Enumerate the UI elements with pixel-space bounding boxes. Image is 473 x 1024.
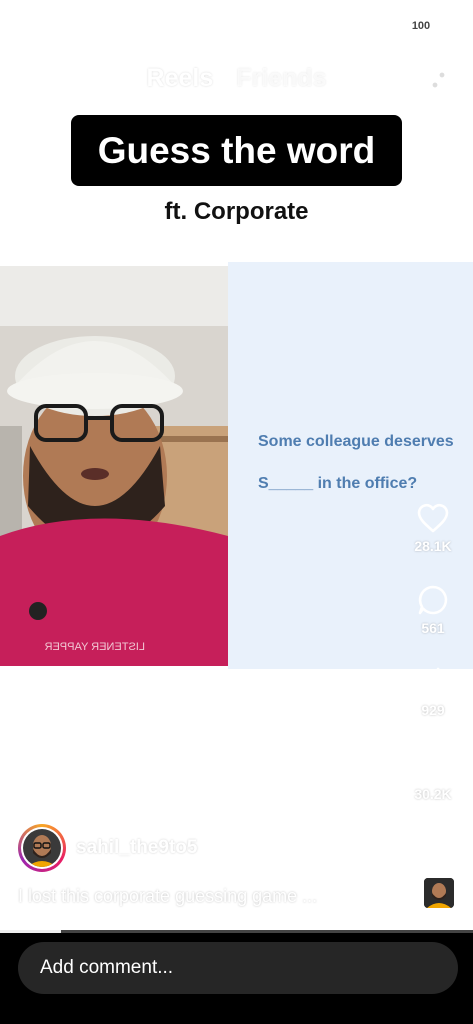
- settings-icon[interactable]: [425, 66, 453, 94]
- reel-title: Guess the word: [71, 115, 402, 186]
- battery-indicator: 100: [405, 17, 437, 34]
- question-line-1: Some colleague deserves: [258, 433, 454, 450]
- share-count: 30.2K: [414, 786, 452, 802]
- comment-input[interactable]: Add comment...: [18, 942, 458, 994]
- person-video-image: LISTENER YAPPER: [0, 266, 228, 666]
- signal-icon: [341, 18, 363, 33]
- more-icon[interactable]: [419, 834, 447, 844]
- heart-icon[interactable]: [416, 502, 450, 534]
- top-navigation: Reels Friends: [0, 56, 473, 104]
- share-icon[interactable]: [417, 750, 449, 782]
- video-progress-fill: [0, 930, 62, 933]
- nav-tabs: Reels Friends: [0, 64, 473, 93]
- comment-action[interactable]: 561: [405, 584, 461, 636]
- more-action[interactable]: [405, 834, 461, 844]
- repost-count: 929: [421, 702, 445, 718]
- status-time: 8:15: [62, 17, 103, 38]
- action-column: 28.1K 561 929 30.2K: [405, 500, 461, 860]
- repost-icon[interactable]: [417, 666, 449, 698]
- comment-icon[interactable]: [417, 584, 449, 616]
- audio-thumbnail-image: [424, 878, 454, 908]
- author-username[interactable]: sahil_the9to5: [76, 837, 197, 859]
- repost-action[interactable]: 929: [405, 666, 461, 718]
- tab-friends[interactable]: Friends: [236, 64, 326, 93]
- tab-reels[interactable]: Reels: [147, 64, 214, 93]
- video-progress-track[interactable]: [0, 930, 473, 933]
- video-frame[interactable]: LISTENER YAPPER: [0, 266, 228, 666]
- like-action[interactable]: 28.1K: [405, 502, 461, 554]
- audio-thumbnail[interactable]: [422, 876, 456, 910]
- wifi-icon: [373, 17, 395, 33]
- avatar-image: [23, 829, 61, 867]
- bottom-bar: Add comment...: [0, 930, 473, 1024]
- avatar[interactable]: [18, 824, 66, 872]
- question-line-2: S_____ in the office?: [258, 475, 418, 492]
- svg-text:LISTENER YAPPER: LISTENER YAPPER: [44, 641, 145, 653]
- like-count: 28.1K: [414, 538, 452, 554]
- share-action[interactable]: 30.2K: [405, 750, 461, 802]
- author-row: sahil_the9to5 Follow: [18, 824, 289, 872]
- reel-caption[interactable]: I lost this corporate guessing game ...: [18, 886, 317, 907]
- status-icons: 100: [341, 17, 437, 34]
- follow-button[interactable]: Follow: [211, 832, 289, 864]
- reel-subtitle: ft. Corporate: [164, 198, 309, 225]
- status-bar: 8:15 100: [0, 0, 473, 56]
- comment-count: 561: [421, 620, 445, 636]
